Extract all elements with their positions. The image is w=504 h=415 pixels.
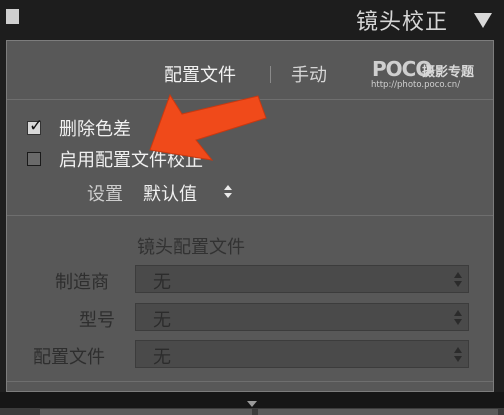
expand-down-triangle-icon[interactable] — [247, 401, 257, 407]
bottom-button-left[interactable] — [40, 409, 252, 415]
bottom-button-right[interactable] — [258, 409, 498, 415]
annotation-arrow-icon — [149, 93, 267, 161]
lens-correction-panel-screenshot: 镜头校正 配置文件 手动 POCO 摄影专题 http://photo.poco… — [0, 0, 504, 415]
